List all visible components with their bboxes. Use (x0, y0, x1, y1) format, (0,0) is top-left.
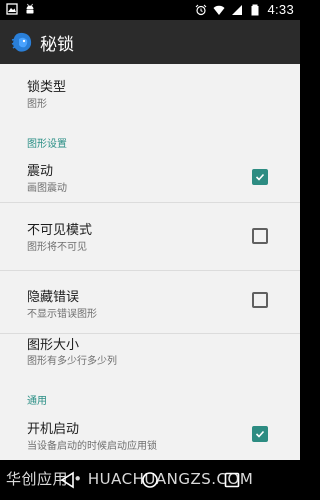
setting-title: 不可见模式 (27, 223, 93, 238)
setting-title: 震动 (27, 164, 54, 179)
app-bar: 秘锁 (0, 20, 300, 64)
android-icon (24, 3, 36, 15)
setting-autostart[interactable]: 开机启动 当设备启动的时候启动应用锁 (0, 409, 300, 460)
setting-summary: 图形将不可见 (27, 242, 87, 253)
alarm-icon (195, 4, 207, 16)
settings-list: 锁类型 图形 图形设置 震动 画图震动 不可见模式 图形将不可见 隐藏错误 不显… (0, 64, 300, 460)
section-header-pattern: 图形设置 (27, 139, 67, 150)
wifi-icon (213, 4, 225, 16)
setting-lock-type[interactable]: 锁类型 图形 (0, 64, 300, 122)
section-header-general: 通用 (27, 396, 47, 407)
setting-title: 隐藏错误 (27, 290, 80, 305)
autostart-checkbox[interactable] (252, 426, 268, 442)
app-title: 秘锁 (40, 34, 74, 55)
battery-icon (249, 4, 261, 16)
lion-logo-icon[interactable] (10, 30, 34, 54)
invisible-mode-checkbox[interactable] (252, 228, 268, 244)
signal-icon (231, 4, 243, 16)
setting-summary: 不显示错误图形 (27, 309, 97, 320)
setting-hide-error[interactable]: 隐藏错误 不显示错误图形 (0, 271, 300, 333)
setting-vibrate[interactable]: 震动 画图震动 (0, 152, 300, 202)
hide-error-checkbox[interactable] (252, 292, 268, 308)
setting-title: 图形大小 (27, 338, 80, 353)
setting-pattern-size[interactable]: 图形大小 图形有多少行多少列 (0, 334, 300, 374)
setting-summary: 当设备启动的时候启动应用锁 (27, 441, 157, 452)
watermark-text: 华创应用 • HUACHUANGZS.COM (6, 470, 254, 488)
setting-summary: 图形有多少行多少列 (27, 356, 117, 367)
notification-image-icon (6, 3, 18, 15)
setting-invisible-mode[interactable]: 不可见模式 图形将不可见 (0, 203, 300, 270)
setting-summary: 画图震动 (27, 183, 67, 194)
setting-title: 锁类型 (27, 80, 67, 95)
setting-title: 开机启动 (27, 422, 80, 437)
status-time: 4:33 (267, 2, 294, 17)
setting-summary: 图形 (27, 99, 47, 110)
vibrate-checkbox[interactable] (252, 169, 268, 185)
status-bar: 4:33 (0, 0, 300, 20)
